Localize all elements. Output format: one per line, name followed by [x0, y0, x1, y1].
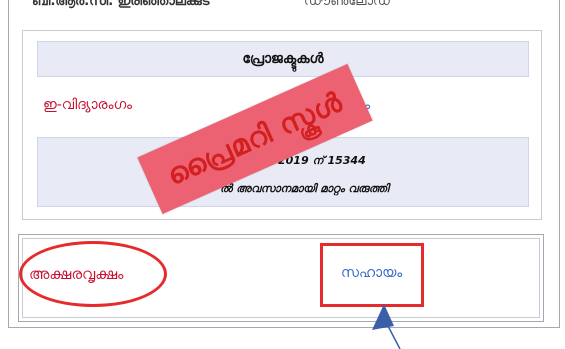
- projects-header: പ്രോജക്ടുകൾ: [37, 41, 529, 77]
- footer-links-box: അക്ഷരവൃക്ഷം സഹായം: [18, 234, 544, 322]
- arrow-tail: [387, 325, 401, 349]
- project-link-e-vidyarangam[interactable]: ഇ-വിദ്യാരംഗം: [43, 97, 132, 113]
- help-link[interactable]: സഹായം: [341, 265, 402, 281]
- top-row-label: ബി.ആർ.സി. ഇരിഞ്ഞാലക്കുട: [32, 0, 210, 9]
- aksharavriksham-link[interactable]: അക്ഷരവൃക്ഷം: [29, 265, 123, 283]
- last-edited-text: ൽ അവസാനമായി മാറ്റം വരുത്തി: [220, 182, 389, 195]
- pointer-arrow-icon: [372, 304, 401, 349]
- top-info-row: ബി.ആർ.സി. ഇരിഞ്ഞാലക്കുട ഡൗൺലോഡ്: [14, 0, 542, 26]
- top-row-value[interactable]: ഡൗൺലോഡ്: [304, 0, 391, 9]
- arrow-head: [372, 304, 394, 330]
